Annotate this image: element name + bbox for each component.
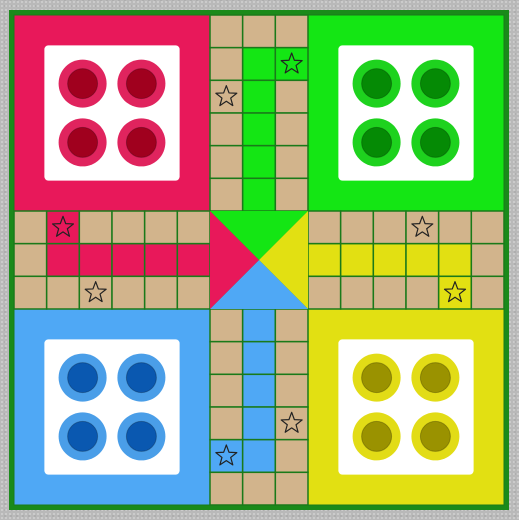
track-cell[interactable] (274, 438, 309, 474)
track-cell[interactable] (209, 177, 244, 212)
track-cell[interactable] (274, 144, 309, 180)
track-cell[interactable] (111, 242, 146, 278)
track-cell[interactable] (307, 242, 342, 278)
blue-token-4-center (125, 420, 157, 452)
track-cell[interactable] (176, 242, 211, 278)
track-cell[interactable] (45, 242, 81, 278)
track-cell[interactable] (209, 406, 244, 441)
red-token-4-center (125, 126, 157, 158)
green-token-4-center (419, 126, 451, 158)
track-cell[interactable] (339, 242, 375, 278)
track-cell[interactable] (470, 275, 505, 310)
track-cell[interactable] (241, 177, 277, 212)
track-cell[interactable] (241, 308, 277, 343)
track-cell[interactable] (209, 46, 244, 82)
red-base-yard (44, 45, 180, 181)
track-cell[interactable] (274, 14, 309, 49)
track-cell[interactable] (372, 242, 407, 278)
yellow-base-yard (338, 339, 474, 475)
track-cell[interactable] (78, 210, 113, 245)
track-cell[interactable] (437, 242, 473, 278)
track-cell[interactable] (143, 210, 179, 245)
track-cell[interactable] (274, 340, 309, 376)
track-cell[interactable] (241, 14, 277, 49)
red-token-1-center (67, 68, 99, 100)
track-cell[interactable] (241, 340, 277, 376)
board-canvas (9, 10, 509, 510)
green-token-3-center (361, 126, 393, 158)
track-cell[interactable] (307, 275, 342, 310)
track-cell[interactable] (209, 373, 244, 408)
track-cell[interactable] (241, 406, 277, 441)
track-cell[interactable] (241, 112, 277, 147)
track-cell[interactable] (274, 112, 309, 147)
track-cell[interactable] (339, 275, 375, 310)
track-cell[interactable] (274, 177, 309, 212)
track-cell[interactable] (372, 275, 407, 310)
yellow-token-3-center (361, 420, 393, 452)
track-cell[interactable] (45, 275, 81, 310)
track-cell[interactable] (176, 210, 211, 245)
track-cell[interactable] (405, 275, 440, 310)
blue-token-2-center (125, 362, 157, 394)
track-cell[interactable] (209, 144, 244, 180)
yellow-token-4-center (419, 420, 451, 452)
yellow-token-1-center (361, 362, 393, 394)
red-token-2-center (125, 68, 157, 100)
track-cell[interactable] (274, 79, 309, 114)
track-cell[interactable] (209, 308, 244, 343)
track-cell[interactable] (405, 242, 440, 278)
track-cell[interactable] (209, 340, 244, 376)
track-cell[interactable] (176, 275, 211, 310)
track-cell[interactable] (274, 308, 309, 343)
track-cell[interactable] (111, 275, 146, 310)
blue-base-yard (44, 339, 180, 475)
track-cell[interactable] (78, 242, 113, 278)
track-cell[interactable] (241, 46, 277, 82)
track-cell[interactable] (241, 438, 277, 474)
track-cell[interactable] (241, 373, 277, 408)
track-cell[interactable] (241, 144, 277, 180)
ludo-board (9, 10, 509, 510)
track-cell[interactable] (274, 471, 309, 506)
blue-token-3-center (67, 420, 99, 452)
green-token-2-center (419, 68, 451, 100)
track-cell[interactable] (209, 14, 244, 49)
green-base-yard (338, 45, 474, 181)
track-cell[interactable] (209, 112, 244, 147)
track-cell[interactable] (143, 275, 179, 310)
red-token-3-center (67, 126, 99, 158)
blue-token-1-center (67, 362, 99, 394)
track-cell[interactable] (241, 471, 277, 506)
track-cell[interactable] (241, 79, 277, 114)
track-cell[interactable] (339, 210, 375, 245)
green-token-1-center (361, 68, 393, 100)
track-cell[interactable] (13, 242, 48, 278)
track-cell[interactable] (470, 210, 505, 245)
track-cell[interactable] (372, 210, 407, 245)
track-cell[interactable] (209, 471, 244, 506)
track-cell[interactable] (13, 210, 48, 245)
track-cell[interactable] (470, 242, 505, 278)
yellow-token-2-center (419, 362, 451, 394)
track-cell[interactable] (437, 210, 473, 245)
track-cell[interactable] (13, 275, 48, 310)
track-cell[interactable] (307, 210, 342, 245)
track-cell[interactable] (111, 210, 146, 245)
track-cell[interactable] (143, 242, 179, 278)
track-cell[interactable] (274, 373, 309, 408)
